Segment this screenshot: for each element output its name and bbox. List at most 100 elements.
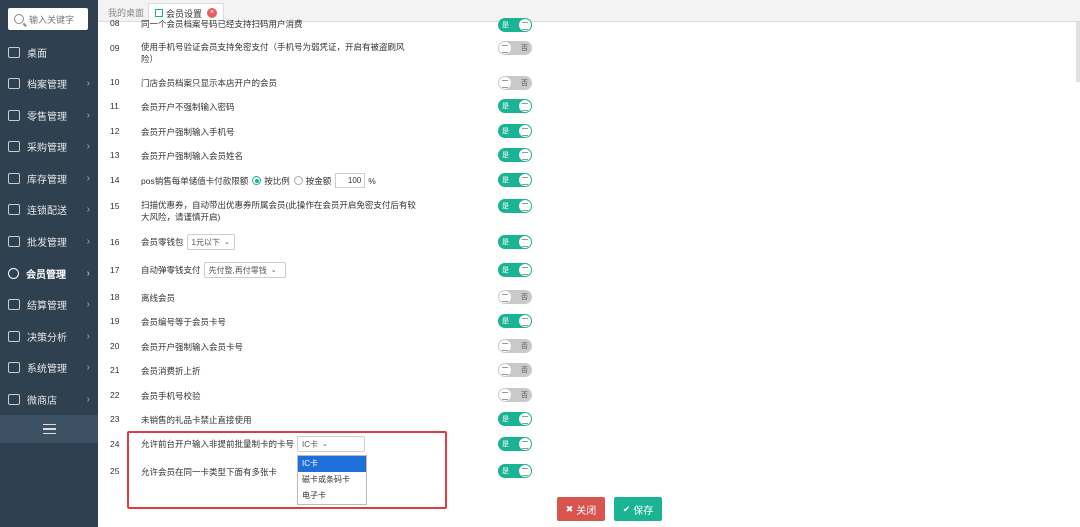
toggle-knob-icon xyxy=(519,125,531,137)
chevron-right-icon: › xyxy=(86,77,90,89)
close-button[interactable]: ✖ 关闭 xyxy=(557,497,605,521)
setting-label: 会员开户不强制输入密码 xyxy=(141,102,235,112)
setting-number: 10 xyxy=(110,77,120,87)
archive-icon xyxy=(8,77,20,89)
toggle-label: 否 xyxy=(521,294,528,301)
sidebar-item-12[interactable]: 微商店 › xyxy=(0,384,98,414)
inventory-icon xyxy=(8,172,20,184)
check-icon: ✔ xyxy=(622,503,631,514)
setting-toggle-21[interactable]: 否 xyxy=(498,363,532,377)
radio-amount[interactable] xyxy=(293,176,303,185)
toggle-knob-icon xyxy=(499,77,511,89)
sidebar-collapse-button[interactable] xyxy=(0,415,98,443)
dropdown-option[interactable]: 磁卡或条码卡 xyxy=(298,472,366,488)
sidebar-item-11[interactable]: 系统管理 › xyxy=(0,352,98,382)
toggle-label: 否 xyxy=(521,45,528,52)
radio-ratio[interactable] xyxy=(252,176,262,185)
menu-icon xyxy=(42,424,56,434)
sidebar-item-3[interactable]: 零售管理 › xyxy=(0,100,98,130)
limit-input[interactable]: 100 xyxy=(335,173,366,188)
search-icon xyxy=(14,14,24,24)
analysis-icon xyxy=(8,330,20,342)
toggle-knob-icon xyxy=(519,149,531,161)
scrollbar[interactable] xyxy=(1076,22,1080,82)
sidebar-item-7[interactable]: 批发管理 › xyxy=(0,226,98,256)
setting-toggle-23[interactable]: 是 xyxy=(498,412,532,426)
sidebar-item-label: 零售管理 xyxy=(27,111,67,123)
sidebar-item-label: 档案管理 xyxy=(27,79,67,91)
delivery-icon xyxy=(8,203,20,215)
dropdown-option[interactable]: 电子卡 xyxy=(298,488,366,504)
sidebar-item-label: 决策分析 xyxy=(27,332,67,344)
close-icon[interactable]: × xyxy=(207,8,218,18)
dropdown-option[interactable]: IC卡 xyxy=(298,456,366,472)
setting-toggle-08[interactable]: 是 xyxy=(498,18,532,32)
setting-number: 21 xyxy=(110,365,120,375)
setting-label: 未销售的礼品卡禁止直接使用 xyxy=(141,415,252,425)
search-input[interactable]: 输入关键字 xyxy=(8,8,88,30)
sidebar-item-label: 系统管理 xyxy=(27,363,67,375)
chevron-right-icon: › xyxy=(86,140,90,152)
setting-label: 会员零钱包 xyxy=(141,237,184,247)
toggle-label: 是 xyxy=(502,22,509,29)
setting-toggle-11[interactable]: 是 xyxy=(498,99,532,113)
setting-number: 12 xyxy=(110,126,120,136)
setting-label: 门店会员档案只显示本店开户的会员 xyxy=(141,78,278,88)
setting-control: 自动弹零钱支付 先付整,再付零钱 ⌄ xyxy=(141,262,286,278)
sidebar-item-1[interactable]: 桌面 xyxy=(0,37,98,67)
toggle-knob-icon xyxy=(519,100,531,112)
toggle-label: 是 xyxy=(502,318,509,325)
setting-toggle-24[interactable]: 是 xyxy=(498,437,532,451)
setting-number: 23 xyxy=(110,414,120,424)
toggle-label: 否 xyxy=(521,343,528,350)
setting-toggle-15[interactable]: 是 xyxy=(498,199,532,213)
toggle-knob-icon xyxy=(519,200,531,212)
setting-toggle-12[interactable]: 是 xyxy=(498,124,532,138)
setting-toggle-17[interactable]: 是 xyxy=(498,263,532,277)
toggle-knob-icon xyxy=(499,364,511,376)
setting-toggle-13[interactable]: 是 xyxy=(498,148,532,162)
setting-number: 25 xyxy=(110,466,120,476)
sidebar-item-4[interactable]: 采购管理 › xyxy=(0,131,98,161)
toggle-label: 否 xyxy=(521,80,528,87)
setting-toggle-25[interactable]: 是 xyxy=(498,464,532,478)
card-type-dropdown-list[interactable]: IC卡 磁卡或条码卡 电子卡 xyxy=(297,455,367,505)
sidebar-item-2[interactable]: 档案管理 › xyxy=(0,68,98,98)
toggle-knob-icon xyxy=(519,174,531,186)
toggle-label: 是 xyxy=(502,103,509,110)
setting-toggle-14[interactable]: 是 xyxy=(498,173,532,187)
toggle-label: 是 xyxy=(502,239,509,246)
setting-select-16[interactable]: 1元以下 ⌄ xyxy=(186,234,235,250)
setting-toggle-22[interactable]: 否 xyxy=(498,388,532,402)
sidebar-item-label: 结算管理 xyxy=(27,300,67,312)
sidebar-item-9[interactable]: 结算管理 › xyxy=(0,289,98,319)
sidebar-item-8[interactable]: 会员管理 › xyxy=(0,258,98,288)
setting-number: 13 xyxy=(110,150,120,160)
setting-label: 会员开户强制输入会员姓名 xyxy=(141,151,244,161)
setting-toggle-09[interactable]: 否 xyxy=(498,41,532,55)
chevron-right-icon: › xyxy=(86,298,90,310)
sidebar-item-label: 会员管理 xyxy=(26,269,66,281)
setting-toggle-20[interactable]: 否 xyxy=(498,339,532,353)
toggle-knob-icon xyxy=(499,340,511,352)
setting-label: 允许会员在同一卡类型下面有多张卡 xyxy=(141,467,278,477)
setting-toggle-19[interactable]: 是 xyxy=(498,314,532,328)
setting-select-24[interactable]: IC卡 ⌄ xyxy=(297,436,366,452)
save-button[interactable]: ✔ 保存 xyxy=(614,497,662,521)
sidebar-item-label: 微商店 xyxy=(27,395,57,407)
sidebar-item-label: 采购管理 xyxy=(27,142,67,154)
toggle-label: 是 xyxy=(502,203,509,210)
close-x-icon: ✖ xyxy=(565,503,574,514)
sidebar-item-10[interactable]: 决策分析 › xyxy=(0,321,98,351)
sidebar-item-6[interactable]: 连锁配送 › xyxy=(0,194,98,224)
setting-toggle-18[interactable]: 否 xyxy=(498,290,532,304)
chevron-right-icon: › xyxy=(86,172,90,184)
toggle-label: 否 xyxy=(521,392,528,399)
setting-toggle-10[interactable]: 否 xyxy=(498,76,532,90)
sidebar-item-5[interactable]: 库存管理 › xyxy=(0,163,98,193)
save-button-label: 保存 xyxy=(633,505,654,517)
setting-control: 会员零钱包 1元以下 ⌄ xyxy=(141,234,235,250)
setting-select-17[interactable]: 先付整,再付零钱 ⌄ xyxy=(203,262,286,278)
setting-toggle-16[interactable]: 是 xyxy=(498,235,532,249)
micro-store-icon xyxy=(8,393,20,405)
